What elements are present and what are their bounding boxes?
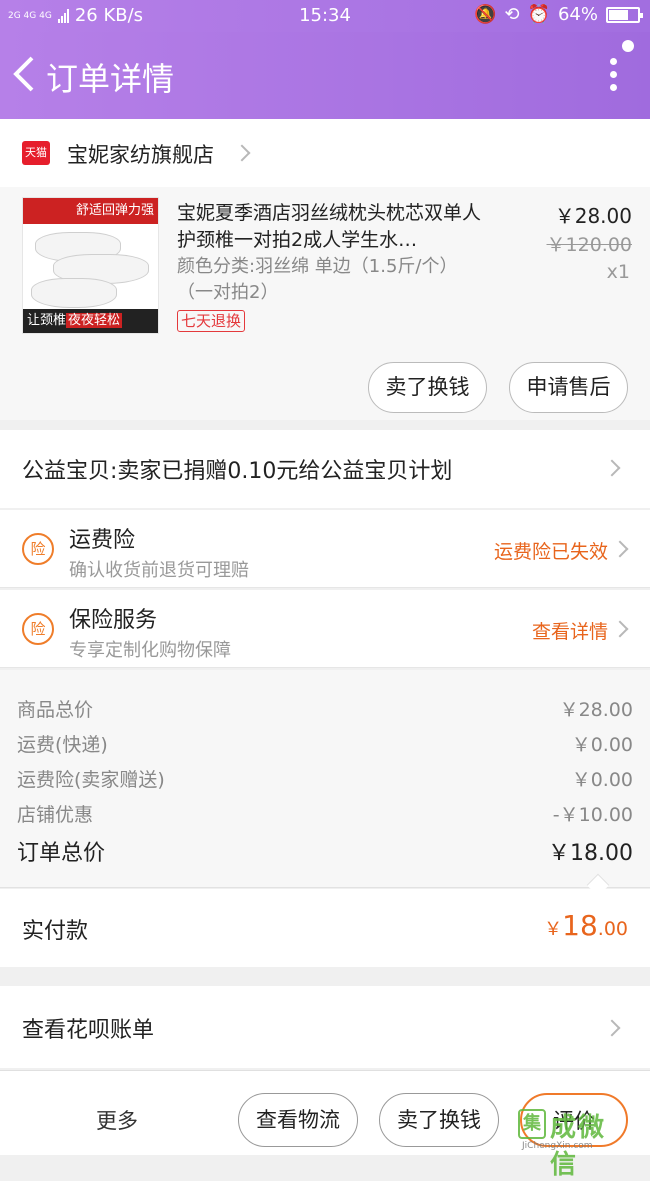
insurance-subtitle: 专享定制化购物保障 (69, 640, 231, 661)
charity-text: 公益宝贝:卖家已捐赠0.10元给公益宝贝计划 (22, 459, 453, 484)
view-details-link[interactable]: 查看详情 (532, 617, 608, 644)
view-logistics-button[interactable]: 查看物流 (238, 1093, 358, 1147)
pillow-shape (31, 278, 117, 308)
summary-value: -￥10.00 (552, 804, 633, 826)
bottom-action-bar: 更多 查看物流 卖了换钱 评价 集 成微信 JiChengXin.com (0, 1070, 650, 1180)
alarm-icon: ⏰ (527, 4, 550, 25)
insurance-service-row[interactable]: 险 保险服务 专享定制化购物保障 查看详情 (0, 590, 650, 668)
summary-label: 运费险(卖家赠送) (17, 769, 165, 791)
huabei-bill-text: 查看花呗账单 (22, 1018, 155, 1043)
product-card[interactable]: 舒适回弹力强 让颈椎 夜夜轻松 宝妮夏季酒店羽丝绒枕头枕芯双单人护颈椎一对拍2成人… (0, 187, 650, 420)
lock-rotation-icon: ⟲ (504, 4, 520, 25)
status-bar: 2G 4G 4G 26 KB/s 15:34 🔕 ⟲ ⏰ 64% (0, 0, 650, 32)
amount-paid-value: ￥18.00 (544, 909, 628, 942)
insurance-icon: 险 (22, 533, 54, 565)
app-header: 订单详情 (0, 32, 650, 119)
sell-for-cash-button[interactable]: 卖了换钱 (368, 362, 487, 413)
summary-label: 店铺优惠 (17, 804, 94, 826)
insurance-title: 运费险 (69, 528, 136, 553)
insurance-icon: 险 (22, 613, 54, 645)
huabei-bill-row[interactable]: 查看花呗账单 (0, 986, 650, 1068)
page-title: 订单详情 (46, 60, 175, 98)
shop-row[interactable]: 天猫 宝妮家纺旗舰店 (0, 119, 650, 187)
watermark-logo: 集 成微信 JiChengXin.com (518, 1107, 630, 1180)
summary-value: ￥0.00 (571, 769, 633, 791)
product-price: ￥28.00 (554, 204, 632, 228)
battery-icon (606, 6, 643, 23)
chevron-right-icon (611, 620, 629, 638)
insurance-title: 保险服务 (69, 608, 158, 633)
shop-name[interactable]: 宝妮家纺旗舰店 (67, 139, 214, 169)
more-options-icon[interactable] (608, 58, 618, 94)
summary-value: ￥0.00 (571, 734, 633, 756)
sell-for-cash-button[interactable]: 卖了换钱 (379, 1093, 499, 1147)
chevron-right-icon (233, 144, 251, 162)
after-sales-button[interactable]: 申请售后 (509, 362, 628, 413)
insurance-status[interactable]: 运费险已失效 (494, 537, 608, 564)
more-button[interactable]: 更多 (96, 1105, 138, 1135)
image-top-text: 舒适回弹力强 (23, 198, 158, 224)
amount-paid-row: 实付款 ￥18.00 (0, 889, 650, 967)
product-image[interactable]: 舒适回弹力强 让颈椎 夜夜轻松 (22, 197, 159, 334)
product-title[interactable]: 宝妮夏季酒店羽丝绒枕头枕芯双单人护颈椎一对拍2成人学生水… (177, 200, 495, 254)
quantity: x1 (606, 261, 630, 283)
price-summary: 商品总价 ￥28.00 运费(快递) ￥0.00 运费险(卖家赠送) ￥0.00… (0, 670, 650, 888)
charity-row[interactable]: 公益宝贝:卖家已捐赠0.10元给公益宝贝计划 (0, 430, 650, 508)
back-arrow-icon[interactable] (10, 54, 40, 94)
summary-value: ￥28.00 (559, 699, 633, 721)
order-total-label: 订单总价 (17, 841, 106, 866)
original-price: ￥120.00 (546, 234, 632, 256)
battery-percent: 64% (557, 4, 598, 25)
chevron-right-icon (611, 540, 629, 558)
insurance-subtitle: 确认收货前退货可理赔 (69, 560, 249, 581)
chevron-right-icon (603, 459, 621, 477)
product-spec: 颜色分类:羽丝绵 单边（1.5斤/个）（一对拍2） (177, 256, 458, 303)
tmall-logo: 天猫 (22, 141, 50, 165)
chevron-right-icon (603, 1019, 621, 1037)
amount-paid-label: 实付款 (22, 919, 89, 944)
bell-muted-icon: 🔕 (474, 4, 497, 25)
summary-label: 运费(快递) (17, 734, 108, 756)
notification-dot (622, 40, 634, 52)
return-policy-tag: 七天退换 (177, 310, 246, 332)
order-total-value: ￥18.00 (548, 841, 633, 866)
image-bottom-text: 让颈椎 夜夜轻松 (23, 309, 158, 333)
shipping-insurance-row[interactable]: 险 运费险 确认收货前退货可理赔 运费险已失效 (0, 510, 650, 588)
summary-label: 商品总价 (17, 699, 94, 721)
